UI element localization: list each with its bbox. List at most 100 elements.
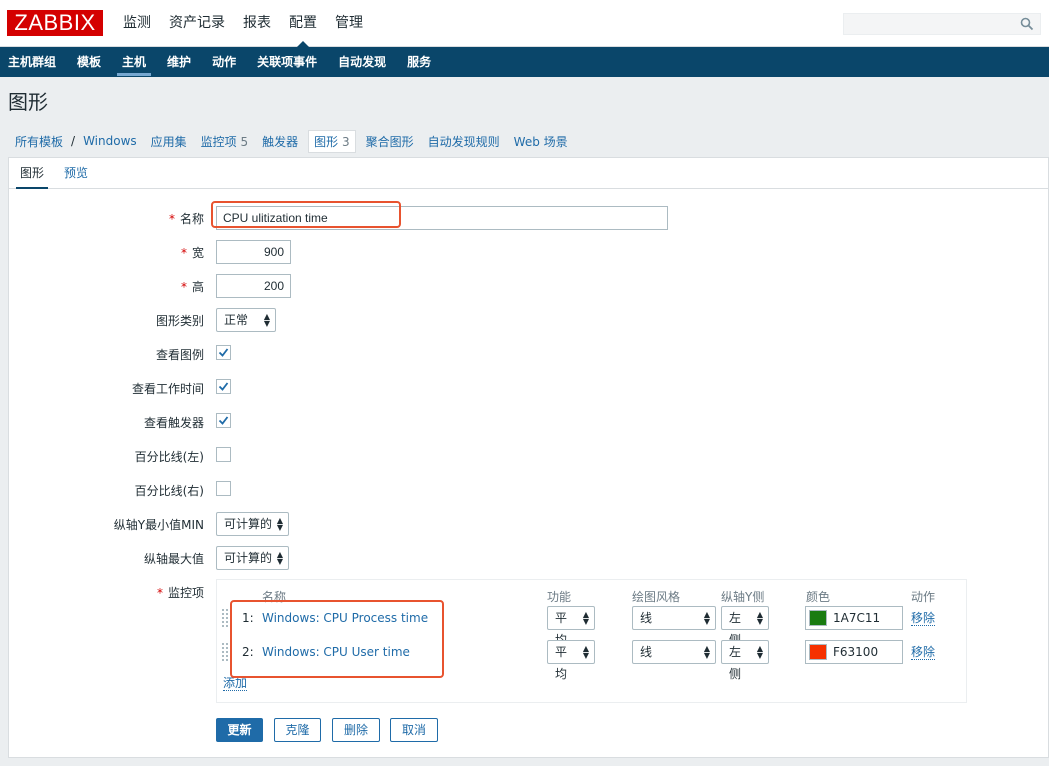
select-arrows-icon: ▲ ▼: [703, 644, 710, 660]
item-link[interactable]: Windows: CPU User time: [262, 645, 410, 659]
select-arrows-icon: ▲ ▼: [276, 550, 283, 566]
item-index: 1:: [242, 611, 254, 625]
height-field[interactable]: 200: [216, 274, 291, 298]
web-scenarios-link[interactable]: Web 场景: [507, 133, 575, 150]
width-label: * 宽: [180, 246, 204, 260]
submenu-services[interactable]: 服务: [402, 47, 436, 77]
items-count: 5: [240, 134, 249, 149]
items-link[interactable]: 监控项 5: [194, 133, 255, 150]
zabbix-logo[interactable]: ZABBIX: [7, 10, 103, 36]
col-y-side-header: 纵轴Y侧: [721, 590, 765, 604]
item-y-side-select[interactable]: 左侧▲▼: [721, 606, 769, 647]
graphs-count: 3: [342, 134, 350, 149]
submenu-maintenance[interactable]: 维护: [162, 47, 196, 77]
search-input[interactable]: [843, 13, 1041, 35]
color-swatch[interactable]: [809, 644, 827, 660]
drag-handle-icon[interactable]: [222, 609, 228, 629]
submenu-templates[interactable]: 模板: [72, 47, 106, 77]
main-menu: 监测 资产记录 报表 配置 管理: [114, 0, 372, 48]
graph-items-table: 名称 功能 绘图风格 纵轴Y侧 颜色 动作 1: Windows: CPU Pr…: [216, 579, 967, 703]
select-arrows-icon: ▲ ▼: [276, 516, 283, 532]
percentile-right-checkbox[interactable]: [216, 481, 231, 496]
delete-button[interactable]: 删除: [332, 718, 380, 742]
col-draw-style-header: 绘图风格: [632, 590, 681, 604]
checkmark-icon: [218, 348, 229, 357]
show-triggers-checkbox[interactable]: [216, 413, 231, 428]
update-button[interactable]: 更新: [216, 718, 263, 742]
item-color-field[interactable]: 1A7C11: [805, 606, 903, 630]
percentile-left-checkbox[interactable]: [216, 447, 231, 462]
width-field[interactable]: 900: [216, 240, 291, 264]
ymin-label: 纵轴Y最小值MIN: [113, 518, 204, 532]
drag-handle-icon[interactable]: [222, 643, 228, 663]
item-link[interactable]: Windows: CPU Process time: [262, 611, 428, 625]
items-label: * 监控项: [156, 586, 204, 600]
menu-configuration[interactable]: 配置: [280, 0, 326, 48]
percentile-left-label: 百分比线(左): [134, 450, 204, 464]
show-triggers-label: 查看触发器: [143, 416, 204, 430]
color-hex: 1A7C11: [833, 611, 881, 625]
submenu-discovery[interactable]: 自动发现: [333, 47, 391, 77]
applications-link[interactable]: 应用集: [144, 133, 194, 150]
select-arrows-icon: ▲ ▼: [756, 644, 763, 660]
remove-item-link[interactable]: 移除: [911, 645, 936, 660]
menu-reports[interactable]: 报表: [234, 0, 280, 47]
screens-link[interactable]: 聚合图形: [359, 133, 421, 150]
add-item-link[interactable]: 添加: [223, 676, 248, 691]
graph-form-panel: 图形 预览 * 名称 CPU ulitization time * 宽 900 * 高…: [8, 157, 1049, 758]
percentile-right-label: 百分比线(右): [134, 484, 204, 498]
discovery-rules-link[interactable]: 自动发现规则: [421, 133, 507, 150]
name-label: * 名称: [168, 212, 204, 226]
ymin-select[interactable]: 可计算的 ▲ ▼: [216, 512, 289, 536]
item-color-field[interactable]: F63100: [805, 640, 903, 664]
menu-administration[interactable]: 管理: [326, 0, 372, 47]
show-working-time-checkbox[interactable]: [216, 379, 231, 394]
items-link-label: 监控项: [200, 134, 237, 149]
menu-monitoring[interactable]: 监测: [114, 0, 160, 47]
breadcrumb: 所有模板 / Windows 应用集 监控项 5 触发器 图形 3 聚合图形 自…: [8, 129, 575, 153]
item-y-side-select[interactable]: 左侧▲▼: [721, 640, 769, 681]
item-draw-style-select[interactable]: 线 ▲ ▼: [632, 606, 716, 630]
select-arrows-icon: ▲ ▼: [582, 610, 589, 626]
item-function-select[interactable]: 平均▲▼: [547, 640, 595, 681]
item-index: 2:: [242, 645, 254, 659]
sub-menu-bar: 主机群组 模板 主机 维护 动作 关联项事件 自动发现 服务: [0, 47, 1049, 77]
graph-type-label: 图形类别: [155, 314, 204, 328]
all-templates-link[interactable]: 所有模板: [8, 133, 70, 150]
height-label: * 高: [180, 280, 204, 294]
item-draw-style-select[interactable]: 线 ▲ ▼: [632, 640, 716, 664]
remove-item-link[interactable]: 移除: [911, 611, 936, 626]
color-swatch[interactable]: [809, 610, 827, 626]
select-arrows-icon: ▲ ▼: [263, 312, 270, 328]
clone-button[interactable]: 克隆: [274, 718, 321, 742]
ymax-select[interactable]: 可计算的 ▲ ▼: [216, 546, 289, 570]
col-name-header: 名称: [262, 590, 287, 604]
tab-graph[interactable]: 图形: [16, 158, 49, 189]
submenu-hosts[interactable]: 主机: [117, 47, 152, 77]
submenu-host-groups[interactable]: 主机群组: [3, 47, 61, 77]
submenu-correlation[interactable]: 关联项事件: [252, 47, 322, 77]
page-title: 图形: [8, 90, 48, 114]
show-legend-checkbox[interactable]: [216, 345, 231, 360]
col-color-header: 颜色: [806, 590, 831, 604]
item-function-select[interactable]: 平均▲▼: [547, 606, 595, 647]
graph-type-select[interactable]: 正常 ▲ ▼: [216, 308, 276, 332]
show-working-time-label: 查看工作时间: [131, 382, 204, 396]
submenu-actions[interactable]: 动作: [207, 47, 241, 77]
color-hex: F63100: [833, 645, 879, 659]
show-legend-label: 查看图例: [155, 348, 204, 362]
top-header: ZABBIX 监测 资产记录 报表 配置 管理: [0, 0, 1049, 48]
graphs-link-label: 图形: [314, 134, 339, 149]
search-icon[interactable]: [1020, 17, 1034, 31]
name-field[interactable]: CPU ulitization time: [216, 206, 668, 230]
select-arrows-icon: ▲ ▼: [582, 644, 589, 660]
graphs-link[interactable]: 图形 3: [308, 129, 356, 153]
host-link[interactable]: Windows: [76, 134, 144, 148]
menu-inventory[interactable]: 资产记录: [160, 0, 234, 47]
tab-preview[interactable]: 预览: [60, 158, 92, 189]
select-arrows-icon: ▲ ▼: [703, 610, 710, 626]
cancel-button[interactable]: 取消: [390, 718, 438, 742]
triggers-link[interactable]: 触发器: [255, 133, 305, 150]
checkmark-icon: [218, 416, 229, 425]
col-action-header: 动作: [911, 590, 936, 604]
